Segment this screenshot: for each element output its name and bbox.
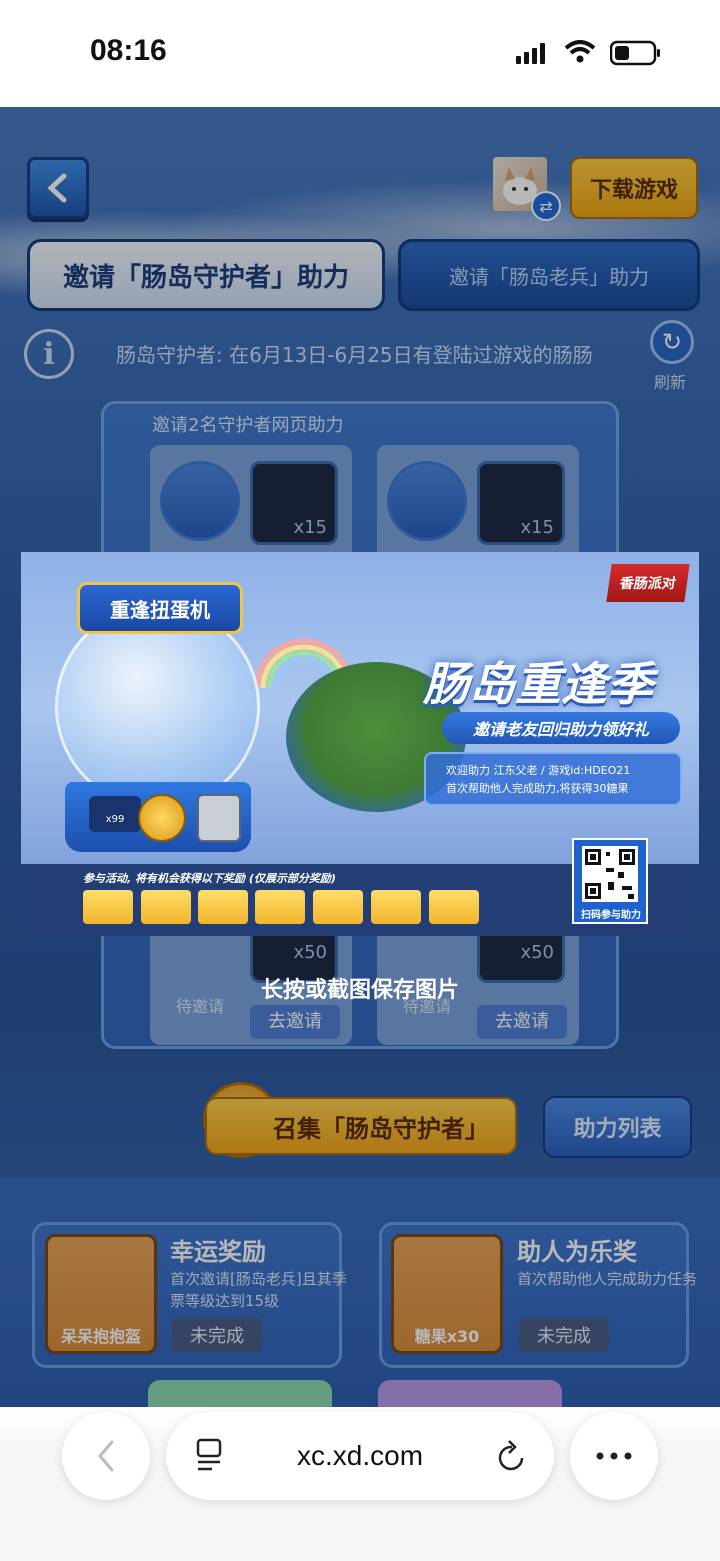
- poster-headline: 肠岛重逢季: [423, 658, 653, 710]
- gem-prize-icon: [313, 890, 363, 924]
- reward-strip-label: 参与活动, 将有机会获得以下奖励 (仅展示部分奖励): [83, 872, 336, 885]
- address-bar[interactable]: xc.xd.com: [166, 1412, 554, 1500]
- more-icon: [596, 1452, 632, 1460]
- capsule-machine-title: 重逢扭蛋机: [77, 582, 243, 634]
- qr-code: 扫码参与助力: [572, 838, 648, 924]
- share-poster[interactable]: 重逢扭蛋机 x99 香肠派对 肠岛重逢季 邀请老友回归助力领好礼 欢迎助力 江东…: [21, 552, 699, 936]
- status-time: 08:16: [90, 34, 167, 67]
- reload-icon[interactable]: [496, 1438, 528, 1474]
- welcome-line: 首次帮助他人完成助力,将获得30糖果: [446, 782, 629, 795]
- helmet-prize-icon: [83, 890, 133, 924]
- welcome-box: 欢迎助力 江东父老 / 游戏id:HDEO21 首次帮助他人完成助力,将获得30…: [424, 752, 682, 806]
- gold-candy-prize-icon: [429, 890, 479, 924]
- sausage-prize-icon: [141, 890, 191, 924]
- game-logo: 香肠派对: [606, 564, 690, 602]
- battery-icon: [610, 40, 660, 66]
- machine-counter: x99: [89, 796, 141, 832]
- coin-icon: [138, 794, 186, 842]
- signal-icon: [516, 43, 545, 64]
- candy-prize-icon: [255, 890, 305, 924]
- save-image-tip: 长按或截图保存图片: [260, 977, 459, 1002]
- status-bar: 08:16: [0, 0, 720, 107]
- welcome-line: 欢迎助力 江东父老 / 游戏id:HDEO21: [446, 764, 631, 777]
- capsule-machine-dome: [55, 604, 260, 809]
- qr-label: 扫码参与助力: [581, 910, 641, 921]
- crystal-prize-icon: [371, 890, 421, 924]
- coin-slot-icon: [197, 794, 241, 842]
- chevron-left-icon: [98, 1440, 114, 1472]
- more-menu-button[interactable]: [570, 1412, 658, 1500]
- shoes-prize-icon: [198, 890, 248, 924]
- wifi-icon: [564, 40, 596, 63]
- browser-back-button[interactable]: [62, 1412, 150, 1500]
- qr-code-icon: [582, 846, 638, 902]
- poster-subline: 邀请老友回归助力领好礼: [442, 712, 680, 744]
